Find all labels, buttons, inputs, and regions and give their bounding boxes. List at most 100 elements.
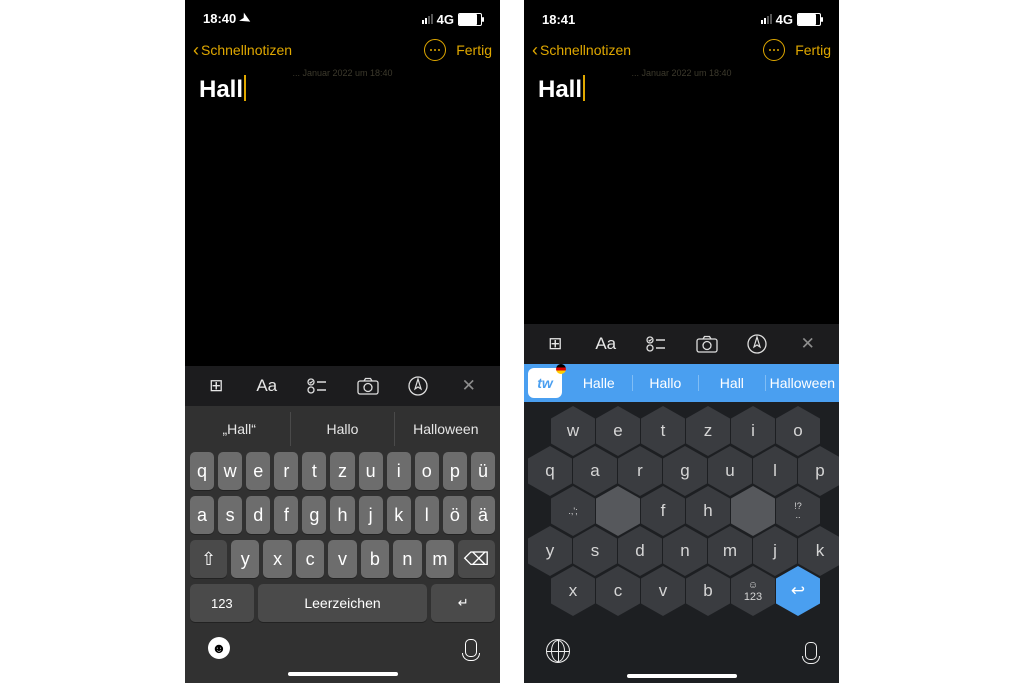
note-area[interactable]: ... Januar 2022 um 18:40 Hall bbox=[185, 68, 500, 366]
key[interactable]: c bbox=[296, 540, 324, 578]
hex-key[interactable]: n bbox=[663, 526, 707, 576]
key[interactable]: z bbox=[330, 452, 354, 490]
hex-key[interactable]: v bbox=[641, 566, 685, 616]
hex-key[interactable]: r bbox=[618, 446, 662, 496]
key[interactable]: i bbox=[387, 452, 411, 490]
key[interactable]: v bbox=[328, 540, 356, 578]
close-icon[interactable]: ✕ bbox=[793, 329, 823, 359]
key[interactable]: d bbox=[246, 496, 270, 534]
table-icon[interactable]: ⊞ bbox=[201, 371, 231, 401]
prediction[interactable]: Halloween bbox=[766, 375, 839, 391]
hex-key-punct[interactable]: !? .. bbox=[776, 486, 820, 536]
hex-key[interactable]: x bbox=[551, 566, 595, 616]
home-indicator[interactable] bbox=[288, 672, 398, 676]
hex-key-punct[interactable]: .,'; bbox=[551, 486, 595, 536]
key[interactable]: a bbox=[190, 496, 214, 534]
home-indicator[interactable] bbox=[627, 674, 737, 678]
key[interactable]: j bbox=[359, 496, 383, 534]
hex-key[interactable]: b bbox=[686, 566, 730, 616]
close-icon[interactable]: ✕ bbox=[454, 371, 484, 401]
back-button[interactable]: ‹Schnellnotizen bbox=[532, 40, 631, 61]
markup-icon[interactable] bbox=[742, 329, 772, 359]
key[interactable]: l bbox=[415, 496, 439, 534]
key[interactable]: y bbox=[231, 540, 259, 578]
hex-key-blank[interactable] bbox=[596, 486, 640, 536]
hex-key[interactable]: h bbox=[686, 486, 730, 536]
hex-key[interactable]: a bbox=[573, 446, 617, 496]
hex-key[interactable]: g bbox=[663, 446, 707, 496]
hex-key[interactable]: o bbox=[776, 406, 820, 456]
key[interactable]: t bbox=[302, 452, 326, 490]
hex-key-numbers[interactable]: ☺123 bbox=[731, 566, 775, 616]
hex-key[interactable]: z bbox=[686, 406, 730, 456]
mic-icon[interactable] bbox=[805, 642, 817, 660]
shift-key[interactable]: ⇧ bbox=[190, 540, 227, 578]
key[interactable]: w bbox=[218, 452, 242, 490]
mic-icon[interactable] bbox=[465, 639, 477, 657]
key[interactable]: r bbox=[274, 452, 298, 490]
key[interactable]: h bbox=[330, 496, 354, 534]
return-key[interactable]: ↵ bbox=[431, 584, 495, 622]
numbers-key[interactable]: 123 bbox=[190, 584, 254, 622]
key[interactable]: u bbox=[359, 452, 383, 490]
done-button[interactable]: Fertig bbox=[795, 42, 831, 58]
text-format-icon[interactable]: Aa bbox=[591, 329, 621, 359]
text-format-icon[interactable]: Aa bbox=[252, 371, 282, 401]
hex-key[interactable]: y bbox=[528, 526, 572, 576]
prediction[interactable]: Halle bbox=[566, 375, 633, 391]
back-button[interactable]: ‹Schnellnotizen bbox=[193, 40, 292, 61]
prediction[interactable]: Halloween bbox=[395, 412, 497, 446]
hex-key[interactable]: f bbox=[641, 486, 685, 536]
hex-key[interactable]: s bbox=[573, 526, 617, 576]
hex-key[interactable]: p bbox=[798, 446, 839, 496]
hex-key[interactable]: e bbox=[596, 406, 640, 456]
key[interactable]: q bbox=[190, 452, 214, 490]
hex-key[interactable]: q bbox=[528, 446, 572, 496]
key[interactable]: f bbox=[274, 496, 298, 534]
key[interactable]: e bbox=[246, 452, 270, 490]
camera-icon[interactable] bbox=[353, 371, 383, 401]
hex-key-return[interactable]: ↩ bbox=[776, 566, 820, 616]
key[interactable]: x bbox=[263, 540, 291, 578]
globe-icon[interactable] bbox=[546, 639, 570, 663]
hex-key[interactable]: w bbox=[551, 406, 595, 456]
key[interactable]: k bbox=[387, 496, 411, 534]
key[interactable]: n bbox=[393, 540, 421, 578]
key[interactable]: g bbox=[302, 496, 326, 534]
table-icon[interactable]: ⊞ bbox=[540, 329, 570, 359]
hex-key[interactable]: d bbox=[618, 526, 662, 576]
backspace-key[interactable]: ⌫ bbox=[458, 540, 495, 578]
hex-key[interactable]: m bbox=[708, 526, 752, 576]
note-area[interactable]: ... Januar 2022 um 18:40 Hall bbox=[524, 68, 839, 324]
hex-key[interactable]: t bbox=[641, 406, 685, 456]
prediction[interactable]: Hallo bbox=[633, 375, 700, 391]
key[interactable]: ä bbox=[471, 496, 495, 534]
emoji-icon[interactable]: ☻ bbox=[208, 637, 230, 659]
hex-key[interactable]: i bbox=[731, 406, 775, 456]
hex-key[interactable]: j bbox=[753, 526, 797, 576]
hex-key[interactable]: l bbox=[753, 446, 797, 496]
hex-key[interactable]: u bbox=[708, 446, 752, 496]
more-button[interactable] bbox=[763, 39, 785, 61]
key[interactable]: ö bbox=[443, 496, 467, 534]
checklist-icon[interactable] bbox=[641, 329, 671, 359]
prediction[interactable]: Hallo bbox=[291, 412, 394, 446]
prediction[interactable]: Hall bbox=[699, 375, 766, 391]
key[interactable]: ü bbox=[471, 452, 495, 490]
keyboard-logo-icon[interactable]: tw bbox=[528, 368, 562, 398]
hex-key[interactable]: k bbox=[798, 526, 839, 576]
done-button[interactable]: Fertig bbox=[456, 42, 492, 58]
hex-key-blank[interactable] bbox=[731, 486, 775, 536]
key[interactable]: b bbox=[361, 540, 389, 578]
camera-icon[interactable] bbox=[692, 329, 722, 359]
key[interactable]: m bbox=[426, 540, 454, 578]
key[interactable]: s bbox=[218, 496, 242, 534]
markup-icon[interactable] bbox=[403, 371, 433, 401]
more-button[interactable] bbox=[424, 39, 446, 61]
key[interactable]: p bbox=[443, 452, 467, 490]
key[interactable]: o bbox=[415, 452, 439, 490]
checklist-icon[interactable] bbox=[302, 371, 332, 401]
space-key[interactable]: Leerzeichen bbox=[258, 584, 428, 622]
hex-key[interactable]: c bbox=[596, 566, 640, 616]
prediction[interactable]: „Hall“ bbox=[188, 412, 291, 446]
